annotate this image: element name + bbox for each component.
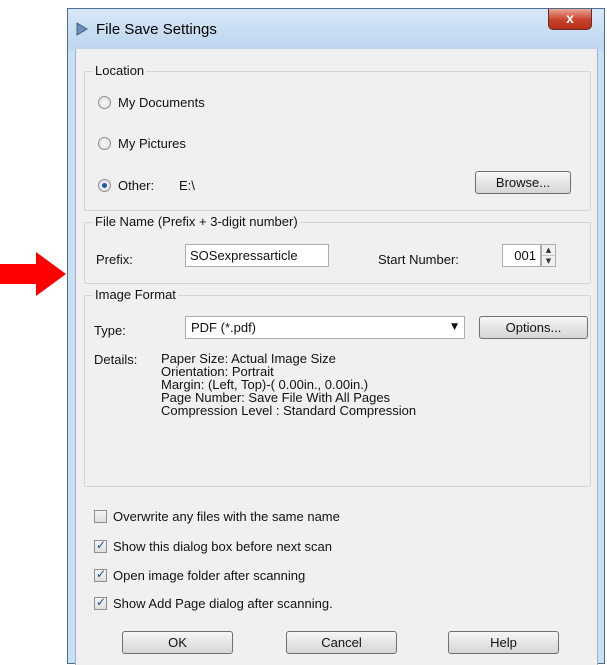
close-button[interactable]: x — [548, 9, 592, 30]
type-label: Type: — [94, 323, 126, 338]
file-save-settings-dialog: File Save Settings x Location My Documen… — [67, 8, 605, 665]
checkbox-open-folder[interactable]: Open image folder after scanning — [94, 567, 306, 583]
help-button[interactable]: Help — [448, 631, 559, 654]
options-button[interactable]: Options... — [479, 316, 588, 339]
checkbox-add-page-box[interactable] — [94, 595, 107, 610]
checkbox-open-folder-box[interactable] — [94, 567, 107, 582]
image-format-legend: Image Format — [93, 287, 178, 302]
other-path: E:\ — [179, 178, 195, 193]
file-name-legend: File Name (Prefix + 3-digit number) — [93, 214, 300, 229]
prefix-label: Prefix: — [96, 252, 133, 267]
prefix-input[interactable]: SOSexpressarticle — [185, 244, 329, 267]
details-label: Details: — [94, 352, 138, 367]
dialog-title: File Save Settings — [96, 21, 217, 38]
title-bar[interactable]: File Save Settings x — [68, 9, 604, 49]
details-text: Paper Size: Actual Image Size Orientatio… — [161, 352, 416, 417]
checkbox-overwrite[interactable]: Overwrite any files with the same name — [94, 509, 340, 524]
ok-button[interactable]: OK — [122, 631, 233, 654]
radio-my-pictures-button[interactable] — [98, 137, 111, 150]
radio-my-pictures[interactable]: My Pictures — [98, 136, 186, 151]
start-number-label: Start Number: — [378, 252, 459, 267]
radio-my-documents-label: My Documents — [118, 95, 205, 110]
type-select-value: PDF (*.pdf) — [191, 320, 257, 335]
checkbox-open-folder-label: Open image folder after scanning — [113, 568, 306, 583]
scanner-app-icon — [76, 22, 88, 36]
checkbox-add-page[interactable]: Show Add Page dialog after scanning. — [94, 595, 333, 611]
radio-other-label: Other: — [118, 178, 155, 193]
radio-my-documents[interactable]: My Documents — [98, 95, 205, 110]
cancel-button[interactable]: Cancel — [286, 631, 397, 654]
location-legend: Location — [93, 63, 147, 78]
browse-button[interactable]: Browse... — [475, 171, 571, 194]
checkbox-add-page-label: Show Add Page dialog after scanning. — [113, 596, 333, 611]
radio-other-button[interactable] — [98, 179, 111, 192]
detail-compression: Compression Level : Standard Compression — [161, 403, 417, 418]
dialog-body: Location My Documents My Pictures Other:… — [75, 49, 598, 665]
checkbox-show-dialog-label: Show this dialog box before next scan — [113, 539, 332, 554]
checkbox-show-dialog-box[interactable] — [94, 538, 107, 553]
spin-down-icon[interactable]: ▼ — [542, 256, 555, 266]
radio-other[interactable]: Other: — [98, 178, 154, 193]
start-number-spinner[interactable]: ▲ ▼ — [541, 244, 556, 267]
chevron-down-icon: ▼ — [451, 322, 458, 332]
radio-my-pictures-label: My Pictures — [118, 136, 186, 151]
radio-my-documents-button[interactable] — [98, 96, 111, 109]
start-number-input[interactable]: 001 — [502, 244, 541, 267]
spin-up-icon[interactable]: ▲ — [542, 245, 555, 256]
red-arrow-annotation — [0, 252, 66, 296]
checkbox-overwrite-box[interactable] — [94, 510, 107, 523]
checkbox-show-dialog[interactable]: Show this dialog box before next scan — [94, 538, 332, 554]
type-select[interactable]: PDF (*.pdf) ▼ — [185, 316, 465, 339]
checkbox-overwrite-label: Overwrite any files with the same name — [113, 509, 340, 524]
